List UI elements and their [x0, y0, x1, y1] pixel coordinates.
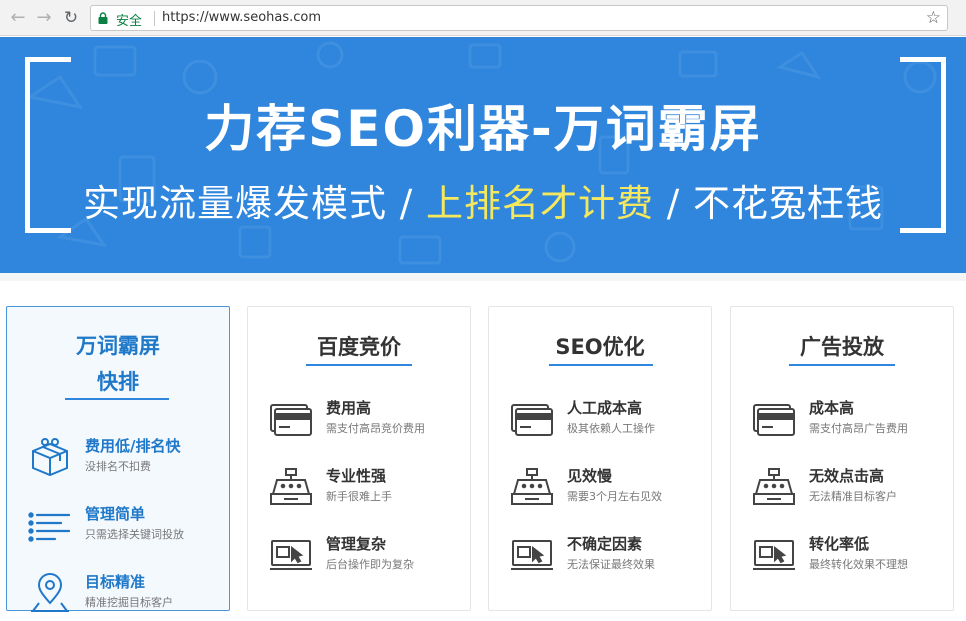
banner-headline: 力荐SEO利器-万词霸屏 — [204, 100, 762, 158]
card-item-desc: 需要3个月左右见效 — [567, 490, 662, 503]
featured-card[interactable]: 万词霸屏 快排 费用低/排名快 没排名不扣费 管理简单 只需选择关键词投放 目标… — [6, 306, 230, 612]
card-item: 专业性强 新手很难上手 — [268, 465, 458, 515]
cash-register-icon — [270, 468, 312, 505]
banner-subline: 实现流量爆发模式 / 上排名才计费 / 不花冤枉钱 — [0, 173, 966, 227]
credit-card-icon — [511, 404, 553, 436]
address-separator — [154, 11, 155, 26]
card-title-underline — [789, 364, 895, 366]
featured-item-title: 目标精准 — [85, 573, 146, 591]
featured-title-line1: 万词霸屏 — [76, 334, 160, 358]
featured-title-line2: 快排 — [97, 370, 139, 394]
address-bar[interactable]: 安全 https://www.seohas.com ☆ — [90, 5, 948, 31]
featured-item-desc: 精准挖掘目标客户 — [85, 596, 173, 609]
card-item: 人工成本高 极其依赖人工操作 — [509, 397, 699, 447]
card-item-title: 管理复杂 — [326, 535, 387, 553]
card-item-desc: 后台操作即为复杂 — [326, 558, 414, 571]
location-pin-icon — [31, 573, 69, 612]
url-text[interactable]: https://www.seohas.com — [162, 10, 321, 25]
browser-toolbar: ← → ↻ 安全 https://www.seohas.com ☆ — [0, 0, 966, 36]
hero-banner: 力荐SEO利器-万词霸屏 实现流量爆发模式 / 上排名才计费 / 不花冤枉钱 — [0, 37, 966, 273]
card-item: 不确定因素 无法保证最终效果 — [509, 533, 699, 583]
subline-part1: 实现流量爆发模式 / — [83, 182, 426, 225]
section-divider — [0, 273, 966, 281]
card-title: 百度竞价 — [317, 335, 401, 359]
cash-register-icon — [511, 468, 553, 505]
card-item-title: 专业性强 — [326, 467, 387, 485]
back-arrow-icon[interactable]: ← — [6, 6, 30, 30]
subline-part2: / 不花冤枉钱 — [654, 182, 883, 225]
featured-item-low-cost: 费用低/排名快 没排名不扣费 — [27, 435, 217, 485]
card-item-title: 见效慢 — [567, 467, 613, 485]
card-item: 无效点击高 无法精准目标客户 — [751, 465, 941, 515]
featured-item-desc: 没排名不扣费 — [85, 460, 151, 473]
card-item-title: 转化率低 — [809, 535, 870, 553]
card-item: 管理复杂 后台操作即为复杂 — [268, 533, 458, 583]
credit-card-icon — [753, 404, 795, 436]
bookmark-star-icon[interactable]: ☆ — [926, 8, 941, 28]
credit-card-icon — [270, 404, 312, 436]
featured-item-desc: 只需选择关键词投放 — [85, 528, 184, 541]
card-title: 广告投放 — [800, 335, 884, 359]
card-item-desc: 需支付高昂广告费用 — [809, 422, 908, 435]
subline-highlight: 上排名才计费 — [426, 182, 654, 225]
featured-item-title: 费用低/排名快 — [85, 437, 181, 455]
card-item-title: 无效点击高 — [809, 467, 885, 485]
featured-title-underline — [65, 398, 169, 400]
card-item-title: 不确定因素 — [567, 535, 643, 553]
card-item-desc: 需支付高昂竞价费用 — [326, 422, 425, 435]
card-title-underline — [306, 364, 412, 366]
card-item: 成本高 需支付高昂广告费用 — [751, 397, 941, 447]
card-ad-placement[interactable]: 广告投放 成本高 需支付高昂广告费用 无效点击高 无法精准目标客户 转化率低 最… — [730, 306, 954, 611]
card-item: 转化率低 最终转化效果不理想 — [751, 533, 941, 583]
forward-arrow-icon[interactable]: → — [32, 6, 56, 30]
card-title: SEO优化 — [555, 335, 645, 359]
screen-cursor-icon — [753, 540, 795, 570]
cash-register-icon — [753, 468, 795, 505]
card-item-desc: 无法精准目标客户 — [809, 490, 897, 503]
card-item-desc: 新手很难上手 — [326, 490, 392, 503]
featured-item-title: 管理简单 — [85, 505, 146, 523]
card-title-underline — [549, 364, 653, 366]
card-item-desc: 无法保证最终效果 — [567, 558, 655, 571]
card-seo-optimization[interactable]: SEO优化 人工成本高 极其依赖人工操作 见效慢 需要3个月左右见效 不确定因素… — [488, 306, 712, 611]
card-item-title: 成本高 — [809, 399, 855, 417]
screen-cursor-icon — [511, 540, 553, 570]
featured-card-title: 万词霸屏 快排 — [7, 328, 229, 400]
screen-cursor-icon — [270, 540, 312, 570]
featured-item-precise: 目标精准 精准挖掘目标客户 — [27, 571, 217, 621]
card-item: 见效慢 需要3个月左右见效 — [509, 465, 699, 515]
featured-item-simple: 管理简单 只需选择关键词投放 — [27, 503, 217, 553]
card-item-title: 人工成本高 — [567, 399, 643, 417]
reload-icon[interactable]: ↻ — [59, 6, 83, 30]
lock-icon — [98, 12, 108, 24]
card-item: 费用高 需支付高昂竞价费用 — [268, 397, 458, 447]
card-baidu-bidding[interactable]: 百度竞价 费用高 需支付高昂竞价费用 专业性强 新手很难上手 管理复杂 后台操作… — [247, 306, 471, 611]
card-item-desc: 最终转化效果不理想 — [809, 558, 908, 571]
list-icon — [28, 512, 71, 542]
card-item-desc: 极其依赖人工操作 — [567, 422, 655, 435]
gift-icon — [32, 438, 68, 477]
secure-label: 安全 — [116, 14, 143, 29]
card-item-title: 费用高 — [326, 399, 372, 417]
